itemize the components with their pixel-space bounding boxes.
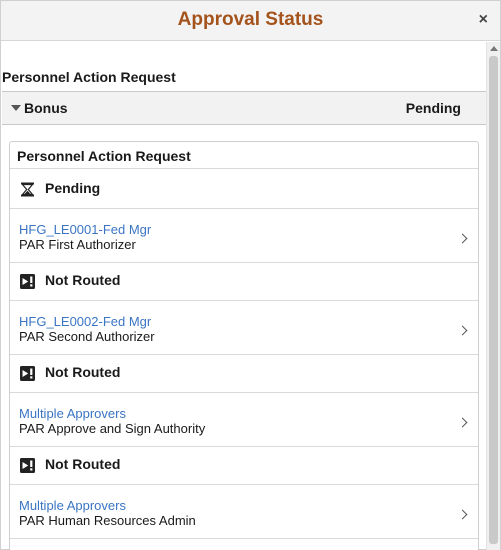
bonus-group-header[interactable]: Bonus Pending — [2, 91, 486, 125]
step-status-text: Not Routed — [45, 272, 121, 288]
dialog-title: Approval Status — [177, 9, 324, 30]
step-status: Pending — [10, 170, 478, 209]
card-title: Personnel Action Request — [17, 148, 191, 164]
chevron-right-icon[interactable] — [457, 325, 468, 336]
approval-status-dialog: Approval Status × Personnel Action Reque… — [0, 0, 501, 550]
collapse-caret-icon[interactable] — [11, 105, 21, 111]
approver-link[interactable]: Multiple Approvers — [19, 406, 126, 421]
approver-row[interactable]: Multiple Approvers PAR Human Resources A… — [10, 486, 478, 539]
group-title: Bonus — [24, 100, 68, 116]
dialog-titlebar: Approval Status × — [1, 1, 500, 41]
step-status: Not Routed — [10, 262, 478, 301]
approval-chain-card: Personnel Action Request Pending HFG_LE0… — [9, 141, 479, 550]
chevron-right-icon[interactable] — [457, 417, 468, 428]
step-status-text: Not Routed — [45, 456, 121, 472]
approver-role: PAR Human Resources Admin — [19, 513, 196, 528]
chevron-right-icon[interactable] — [457, 509, 468, 520]
hourglass-icon — [21, 182, 34, 197]
approver-role: PAR Second Authorizer — [19, 329, 155, 344]
card-header: Personnel Action Request — [10, 142, 478, 169]
not-routed-icon — [20, 274, 35, 289]
approver-link[interactable]: Multiple Approvers — [19, 498, 126, 513]
approver-role: PAR Approve and Sign Authority — [19, 421, 206, 436]
not-routed-icon — [20, 366, 35, 381]
scrollbar-thumb[interactable] — [489, 56, 498, 544]
approver-link[interactable]: HFG_LE0001-Fed Mgr — [19, 222, 151, 237]
approver-row[interactable]: HFG_LE0001-Fed Mgr PAR First Authorizer — [10, 210, 478, 263]
scroll-up-icon[interactable] — [490, 46, 498, 51]
approver-row[interactable]: HFG_LE0002-Fed Mgr PAR Second Authorizer — [10, 302, 478, 355]
approver-link[interactable]: HFG_LE0002-Fed Mgr — [19, 314, 151, 329]
close-icon[interactable]: × — [479, 12, 488, 28]
dialog-content: Personnel Action Request Bonus Pending P… — [1, 42, 486, 550]
approver-row[interactable]: Multiple Approvers PAR Approve and Sign … — [10, 394, 478, 447]
chevron-right-icon[interactable] — [457, 233, 468, 244]
approver-role: PAR First Authorizer — [19, 237, 136, 252]
vertical-scrollbar[interactable] — [486, 42, 500, 550]
not-routed-icon — [20, 458, 35, 473]
group-status: Pending — [405, 100, 461, 116]
step-status: Not Routed — [10, 354, 478, 393]
step-status-text: Pending — [45, 180, 101, 196]
step-status: Not Routed — [10, 446, 478, 485]
section-label: Personnel Action Request — [2, 69, 176, 85]
step-status-text: Not Routed — [45, 364, 121, 380]
